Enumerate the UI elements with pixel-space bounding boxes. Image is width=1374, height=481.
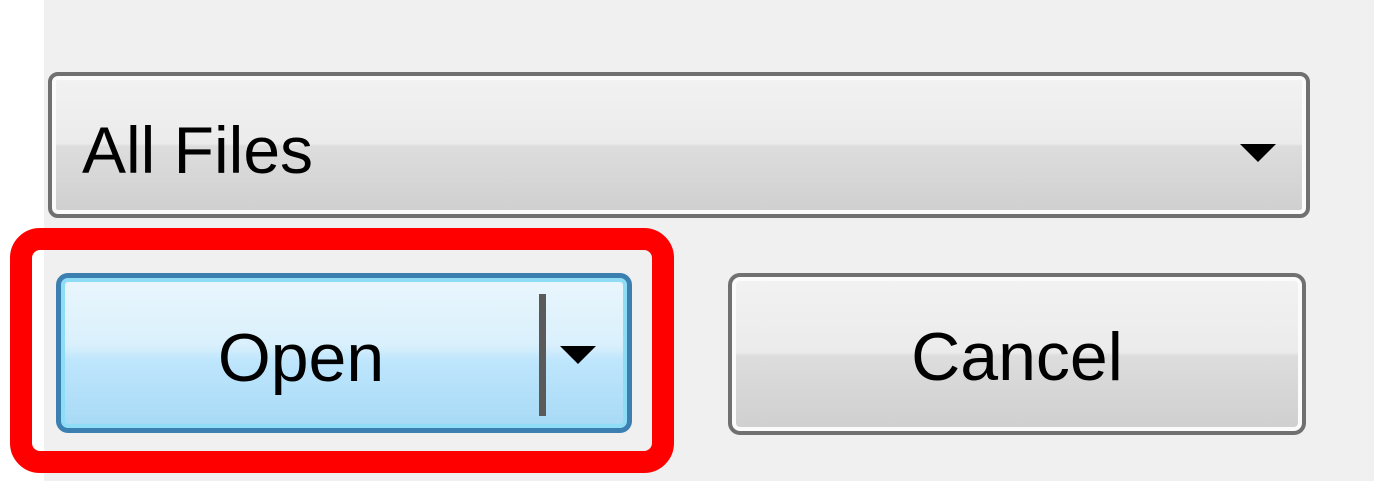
chevron-down-icon bbox=[560, 346, 596, 364]
file-type-selected-value: All Files bbox=[82, 113, 314, 187]
open-button[interactable]: Open bbox=[56, 273, 632, 433]
cancel-button[interactable]: Cancel bbox=[728, 273, 1306, 435]
cancel-button-label: Cancel bbox=[911, 319, 1123, 395]
open-button-label: Open bbox=[217, 320, 385, 396]
open-options-dropdown[interactable] bbox=[546, 278, 627, 428]
file-type-dropdown[interactable]: All Files bbox=[48, 72, 1310, 218]
chevron-down-icon bbox=[1240, 144, 1276, 162]
split-button-divider bbox=[539, 294, 546, 416]
